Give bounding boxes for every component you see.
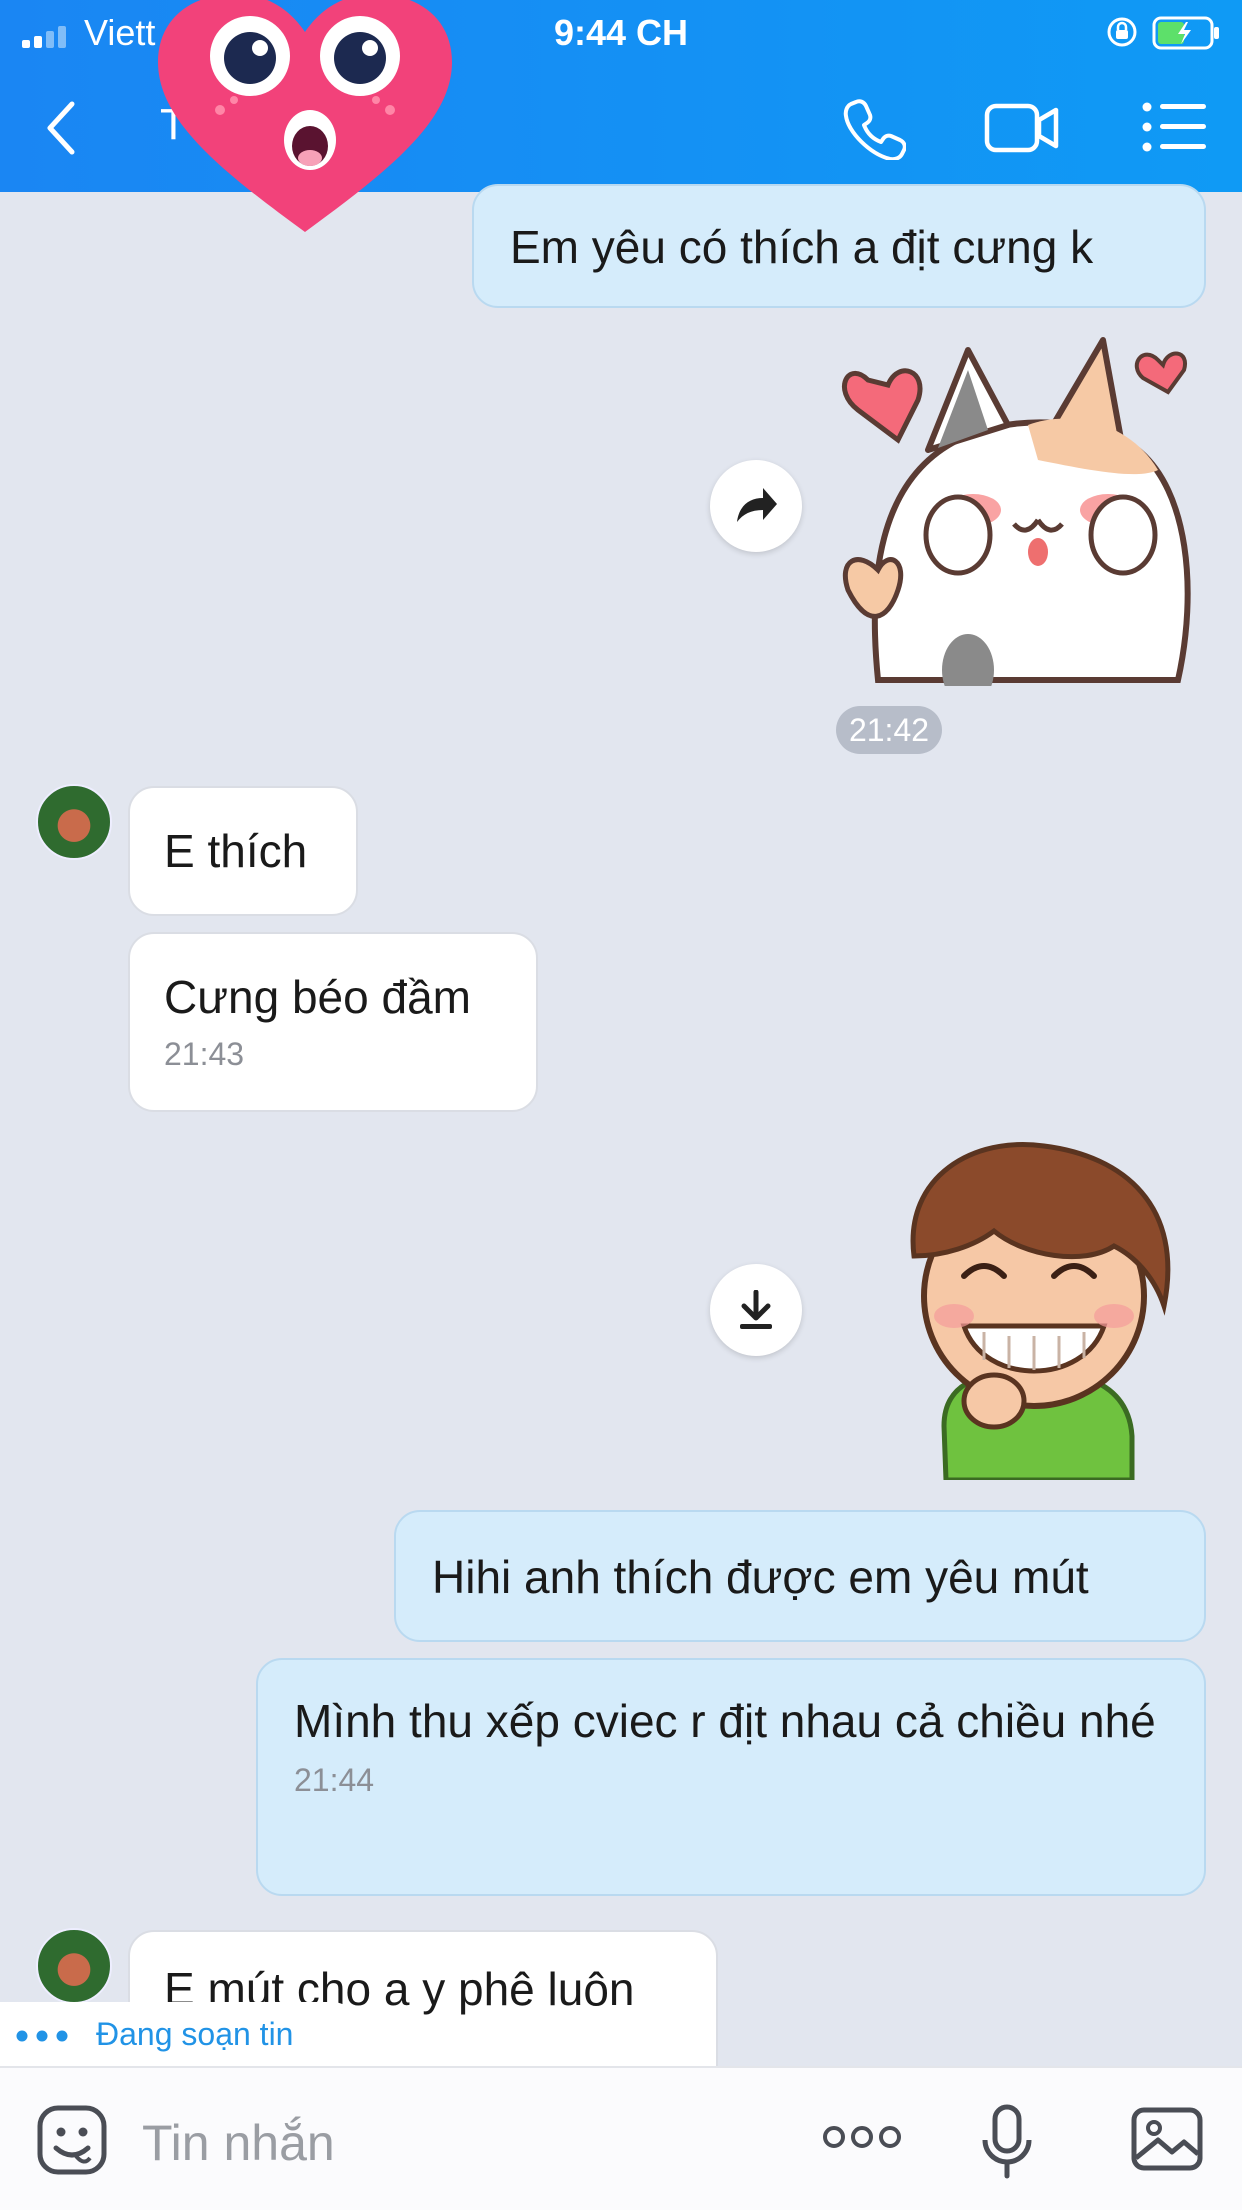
download-icon <box>740 1290 772 1329</box>
phone-call-icon[interactable] <box>842 96 906 160</box>
microphone-icon[interactable] <box>980 2104 1034 2180</box>
typing-dots-icon <box>16 2030 68 2042</box>
message-time: 21:44 <box>294 1762 375 1798</box>
message-text: Mình thu xếp cviec r địt nhau cả chiều n… <box>294 1695 1156 1747</box>
message-bubble-incoming[interactable]: Cưng béo đầm 21:43 <box>128 932 538 1112</box>
heart-emoji-overlay <box>158 0 452 232</box>
image-gallery-icon[interactable] <box>1130 2106 1204 2172</box>
message-bubble-outgoing[interactable]: Hihi anh thích được em yêu mút <box>394 1510 1206 1642</box>
boy-grinning-sticker[interactable] <box>884 1136 1184 1480</box>
message-text: Hihi anh thích được em yêu mút <box>432 1551 1089 1603</box>
message-text: Cưng béo đầm <box>164 971 471 1023</box>
forward-button[interactable] <box>710 460 802 552</box>
message-bubble-outgoing[interactable]: Em yêu có thích a địt cưng k <box>472 184 1206 308</box>
video-call-icon[interactable] <box>984 100 1060 156</box>
message-bubble-incoming[interactable]: E thích <box>128 786 358 916</box>
back-icon[interactable] <box>44 100 78 156</box>
message-text: Em yêu có thích a địt cưng k <box>510 221 1094 273</box>
rotation-lock-icon <box>1107 17 1137 47</box>
typing-label: Đang soạn tin <box>96 2016 294 2052</box>
cat-blushing-sticker[interactable] <box>838 330 1202 686</box>
contact-avatar[interactable] <box>36 784 112 860</box>
download-button[interactable] <box>710 1264 802 1356</box>
composer-bar: Tin nhắn <box>0 2066 1242 2210</box>
message-text: E thích <box>164 825 308 877</box>
typing-indicator: Đang soạn tin <box>0 2002 360 2066</box>
more-options-icon[interactable] <box>822 2124 902 2150</box>
share-arrow-icon <box>737 488 777 522</box>
battery-icon <box>1152 16 1219 50</box>
contact-avatar[interactable] <box>36 1928 112 2004</box>
sticker-icon[interactable] <box>36 2104 108 2176</box>
message-time: 21:43 <box>164 1036 245 1072</box>
time-pill: 21:42 <box>836 706 942 754</box>
message-input[interactable]: Tin nhắn <box>142 2114 335 2172</box>
menu-list-icon[interactable] <box>1142 102 1208 152</box>
message-bubble-outgoing[interactable]: Mình thu xếp cviec r địt nhau cả chiều n… <box>256 1658 1206 1896</box>
